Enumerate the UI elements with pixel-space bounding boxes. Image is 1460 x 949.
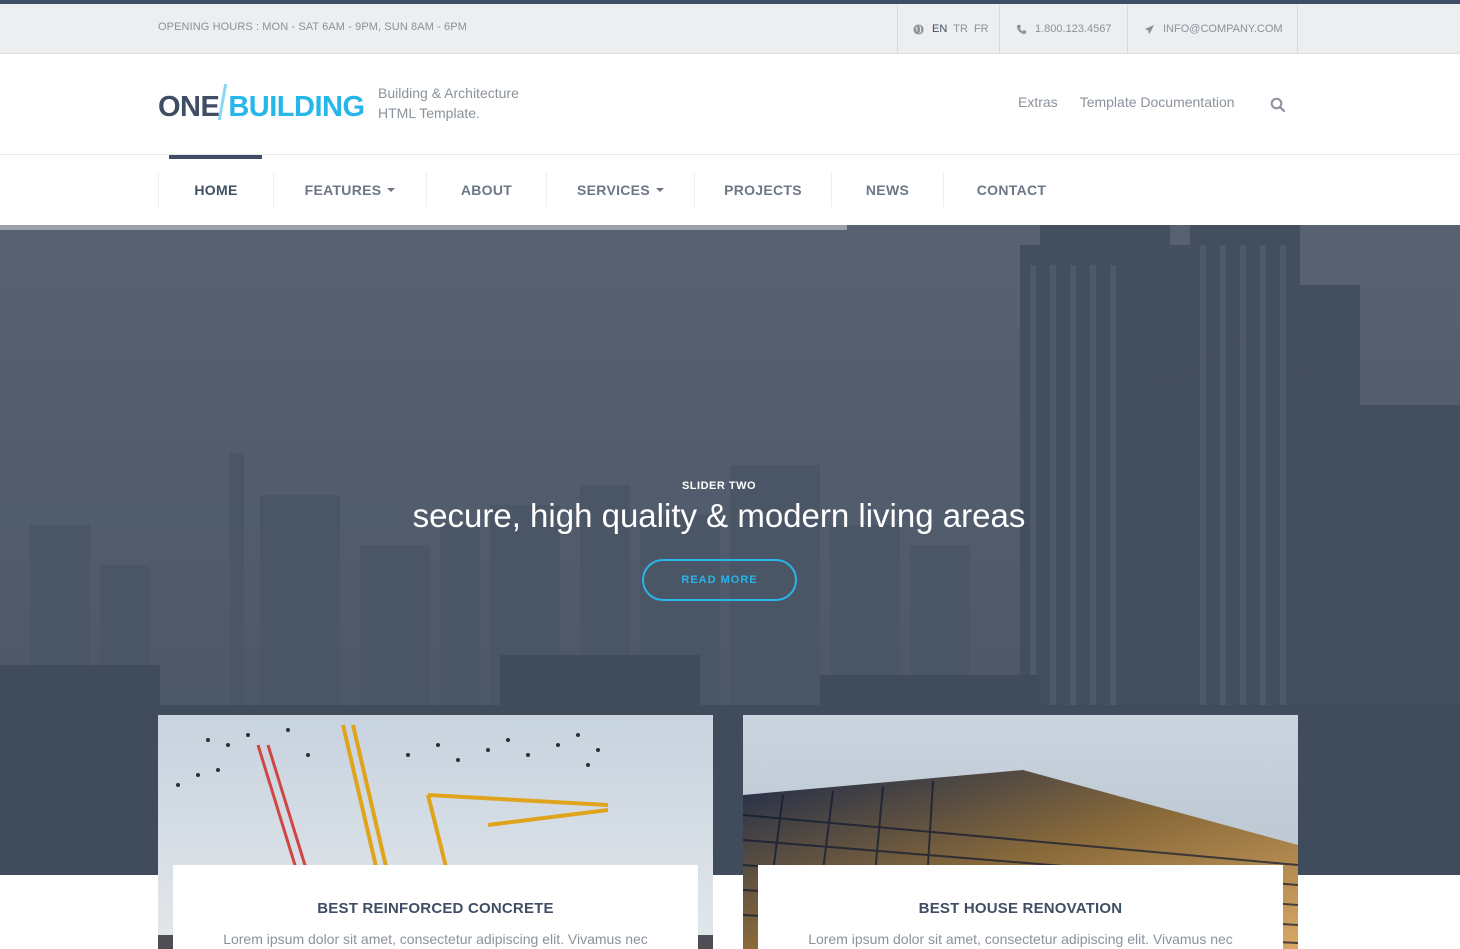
nav-label-features: FEATURES xyxy=(304,182,382,198)
tagline-line-2: HTML Template. xyxy=(378,105,480,121)
read-more-button[interactable]: READ MORE xyxy=(642,559,797,601)
phone-number: 1.800.123.4567 xyxy=(1035,23,1112,35)
language-switcher: EN TR FR xyxy=(897,4,999,54)
nav-item-home[interactable]: HOME xyxy=(158,173,273,207)
caret-down-icon xyxy=(387,188,396,192)
site-logo[interactable]: ONE BUILDING xyxy=(158,84,365,127)
link-template-documentation[interactable]: Template Documentation xyxy=(1080,94,1235,110)
nav-label-contact: CONTACT xyxy=(976,182,1047,198)
link-extras[interactable]: Extras xyxy=(1018,94,1058,110)
feature-card[interactable]: BEST REINFORCED CONCRETE Lorem ipsum dol… xyxy=(158,715,713,949)
nav-item-about[interactable]: ABOUT xyxy=(426,173,546,207)
feature-card-text: Lorem ipsum dolor sit amet, consectetur … xyxy=(223,931,648,947)
feature-card[interactable]: BEST HOUSE RENOVATION Lorem ipsum dolor … xyxy=(743,715,1298,949)
nav-item-projects[interactable]: PROJECTS xyxy=(694,173,831,207)
logo-text-one: ONE xyxy=(158,91,220,123)
globe-icon xyxy=(913,23,924,35)
nav-item-services[interactable]: SERVICES xyxy=(546,173,694,207)
feature-card-content: BEST REINFORCED CONCRETE Lorem ipsum dol… xyxy=(173,865,698,949)
nav-label-services: SERVICES xyxy=(577,182,650,198)
slider-progress-bar xyxy=(0,225,847,230)
slide-title: secure, high quality & modern living are… xyxy=(412,497,1026,534)
language-fr[interactable]: FR xyxy=(974,23,989,35)
feature-card-text: Lorem ipsum dolor sit amet, consectetur … xyxy=(808,931,1233,947)
email-address: INFO@COMPANY.COM xyxy=(1163,23,1283,35)
nav-item-contact[interactable]: CONTACT xyxy=(943,173,1079,207)
site-tagline: Building & Architecture HTML Template. xyxy=(378,83,548,123)
slide-kicker: SLIDER TWO xyxy=(681,480,757,492)
language-en[interactable]: EN xyxy=(932,23,947,35)
header-links: Extras Template Documentation xyxy=(1018,94,1235,110)
tagline-line-1: Building & Architecture xyxy=(378,85,519,101)
main-navigation: HOME FEATURES ABOUT SERVICES PROJECTS NE… xyxy=(0,155,1460,225)
phone-contact[interactable]: 1.800.123.4567 xyxy=(999,4,1127,54)
feature-card-title: BEST REINFORCED CONCRETE xyxy=(317,900,554,917)
phone-icon xyxy=(1016,24,1027,34)
site-header: ONE BUILDING Building & Architecture HTML… xyxy=(0,54,1460,155)
language-tr[interactable]: TR xyxy=(953,23,968,35)
nav-label-home: HOME xyxy=(194,182,238,198)
feature-card-content: BEST HOUSE RENOVATION Lorem ipsum dolor … xyxy=(758,865,1283,949)
paper-plane-icon xyxy=(1144,24,1155,34)
search-icon[interactable] xyxy=(1270,97,1286,113)
opening-hours: OPENING HOURS : MON - SAT 6AM - 9PM, SUN… xyxy=(158,21,467,33)
caret-down-icon xyxy=(655,188,664,192)
feature-card-title: BEST HOUSE RENOVATION xyxy=(918,900,1123,917)
nav-label-projects: PROJECTS xyxy=(724,182,802,198)
nav-active-indicator xyxy=(169,155,262,159)
logo-slash xyxy=(218,84,228,120)
nav-item-news[interactable]: NEWS xyxy=(831,173,943,207)
nav-label-about: ABOUT xyxy=(460,182,513,198)
email-contact[interactable]: INFO@COMPANY.COM xyxy=(1127,4,1298,54)
nav-label-news: NEWS xyxy=(865,182,910,198)
logo-text-building: BUILDING xyxy=(228,91,365,123)
top-info-bar: OPENING HOURS : MON - SAT 6AM - 9PM, SUN… xyxy=(0,4,1460,54)
nav-item-features[interactable]: FEATURES xyxy=(273,173,426,207)
